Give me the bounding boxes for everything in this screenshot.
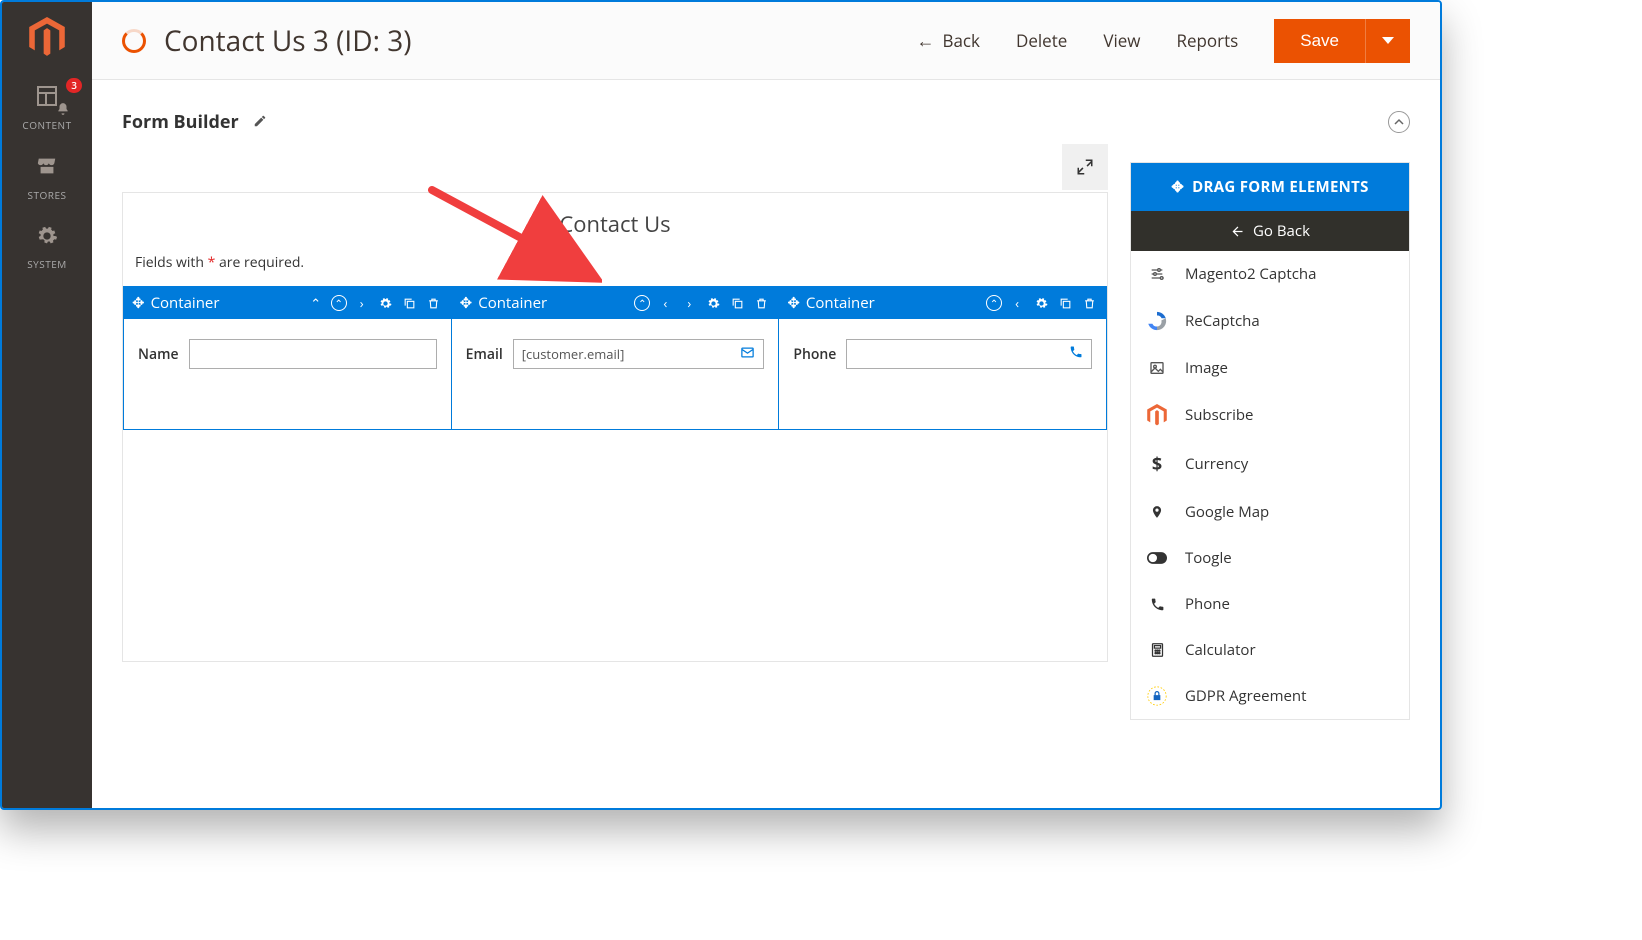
sidebar-item-stores[interactable]: STORES — [2, 143, 92, 212]
palette-go-back[interactable]: Go Back — [1131, 211, 1409, 251]
sidebar-item-content[interactable]: 3 CONTENT — [2, 72, 92, 143]
admin-sidebar: 3 CONTENT STORES SYSTEM — [2, 2, 92, 808]
trash-icon[interactable] — [1080, 294, 1098, 312]
field-name: Name — [138, 339, 437, 369]
move-icon[interactable] — [460, 293, 473, 313]
move-icon[interactable] — [787, 293, 800, 313]
palette-item-image[interactable]: Image — [1131, 345, 1409, 391]
element-palette: DRAG FORM ELEMENTS Go Back Magento2 Capt… — [1130, 162, 1410, 720]
palette-item-recaptcha[interactable]: ReCaptcha — [1131, 297, 1409, 345]
gear-icon[interactable] — [377, 294, 395, 312]
sidebar-item-system[interactable]: SYSTEM — [2, 213, 92, 282]
chevron-up-icon[interactable]: ⌃ — [307, 294, 325, 312]
field-phone: Phone — [793, 339, 1092, 369]
map-pin-icon — [1145, 503, 1169, 521]
reports-button[interactable]: Reports — [1176, 29, 1238, 52]
back-button[interactable]: Back — [916, 29, 980, 53]
required-note: Fields with * are required. — [123, 249, 1107, 286]
page-header: Contact Us 3 (ID: 3) Back Delete View Re… — [92, 2, 1440, 80]
field-email: Email [customer.email] — [466, 339, 765, 369]
form-title: Contact Us — [123, 193, 1107, 249]
main-content: Form Builder Contact Us Fields with * ar… — [92, 80, 1440, 808]
chevron-left-icon[interactable]: ‹ — [1008, 294, 1026, 312]
calculator-icon — [1145, 641, 1169, 659]
form-container[interactable]: Container ⌃ ‹ Phone — [779, 286, 1107, 430]
palette-item-phone[interactable]: Phone — [1131, 581, 1409, 627]
palette-item-calculator[interactable]: Calculator — [1131, 627, 1409, 673]
palette-item-gdpr[interactable]: GDPR Agreement — [1131, 673, 1409, 719]
spinner-icon — [122, 29, 146, 53]
edit-section-icon[interactable] — [253, 111, 267, 133]
gdpr-lock-icon — [1145, 686, 1169, 706]
collapse-icon[interactable]: ⌃ — [634, 295, 650, 311]
collapse-section-icon[interactable] — [1388, 111, 1410, 133]
chevron-right-icon[interactable]: › — [680, 294, 698, 312]
field-label: Name — [138, 345, 179, 364]
chevron-left-icon[interactable]: ‹ — [656, 294, 674, 312]
sidebar-item-label: SYSTEM — [27, 258, 67, 270]
save-dropdown[interactable] — [1365, 19, 1410, 63]
page-title: Contact Us 3 (ID: 3) — [164, 22, 411, 60]
phone-icon — [1145, 597, 1169, 612]
bell-icon — [56, 102, 70, 118]
delete-button[interactable]: Delete — [1016, 29, 1067, 52]
phone-input[interactable] — [846, 339, 1092, 369]
toggle-icon — [1145, 552, 1169, 564]
field-label: Email — [466, 345, 503, 364]
copy-icon[interactable] — [401, 294, 419, 312]
palette-item-currency[interactable]: $Currency — [1131, 439, 1409, 489]
notification-badge: 3 — [66, 78, 82, 93]
sidebar-item-label: STORES — [28, 189, 67, 201]
collapse-icon[interactable]: ⌃ — [331, 295, 347, 311]
sidebar-item-label: CONTENT — [22, 119, 71, 131]
palette-item-toogle[interactable]: Toogle — [1131, 535, 1409, 581]
save-button[interactable]: Save — [1274, 19, 1365, 63]
form-container[interactable]: Container ⌃ ⌃ › Name — [123, 286, 452, 430]
stores-icon — [36, 155, 58, 182]
view-button[interactable]: View — [1103, 29, 1140, 52]
palette-heading: DRAG FORM ELEMENTS — [1131, 163, 1409, 211]
copy-icon[interactable] — [728, 294, 746, 312]
email-input[interactable]: [customer.email] — [513, 339, 765, 369]
recaptcha-icon — [1145, 310, 1169, 332]
gear-icon[interactable] — [704, 294, 722, 312]
section-title: Form Builder — [122, 110, 239, 134]
move-icon[interactable] — [132, 293, 145, 313]
expand-canvas-button[interactable] — [1062, 144, 1108, 190]
trash-icon[interactable] — [425, 294, 443, 312]
sliders-icon — [1145, 266, 1169, 282]
trash-icon[interactable] — [752, 294, 770, 312]
palette-item-magento2-captcha[interactable]: Magento2 Captcha — [1131, 251, 1409, 297]
gear-icon — [36, 225, 58, 252]
form-container[interactable]: Container ⌃ ‹ › Email — [452, 286, 780, 430]
phone-icon — [1069, 345, 1083, 363]
field-label: Phone — [793, 345, 836, 364]
name-input[interactable] — [189, 339, 437, 369]
image-icon — [1145, 360, 1169, 376]
magento-logo[interactable] — [2, 2, 92, 72]
move-icon — [1171, 177, 1184, 197]
collapse-icon[interactable]: ⌃ — [986, 295, 1002, 311]
envelope-icon — [740, 345, 755, 364]
palette-item-subscribe[interactable]: Subscribe — [1131, 391, 1409, 439]
containers-row: Container ⌃ ⌃ › Name — [123, 286, 1107, 430]
magento-icon — [1145, 404, 1169, 426]
gear-icon[interactable] — [1032, 294, 1050, 312]
dollar-icon: $ — [1145, 452, 1169, 476]
palette-item-google-map[interactable]: Google Map — [1131, 489, 1409, 535]
form-canvas: Contact Us Fields with * are required. C… — [122, 192, 1108, 662]
chevron-right-icon[interactable]: › — [353, 294, 371, 312]
copy-icon[interactable] — [1056, 294, 1074, 312]
